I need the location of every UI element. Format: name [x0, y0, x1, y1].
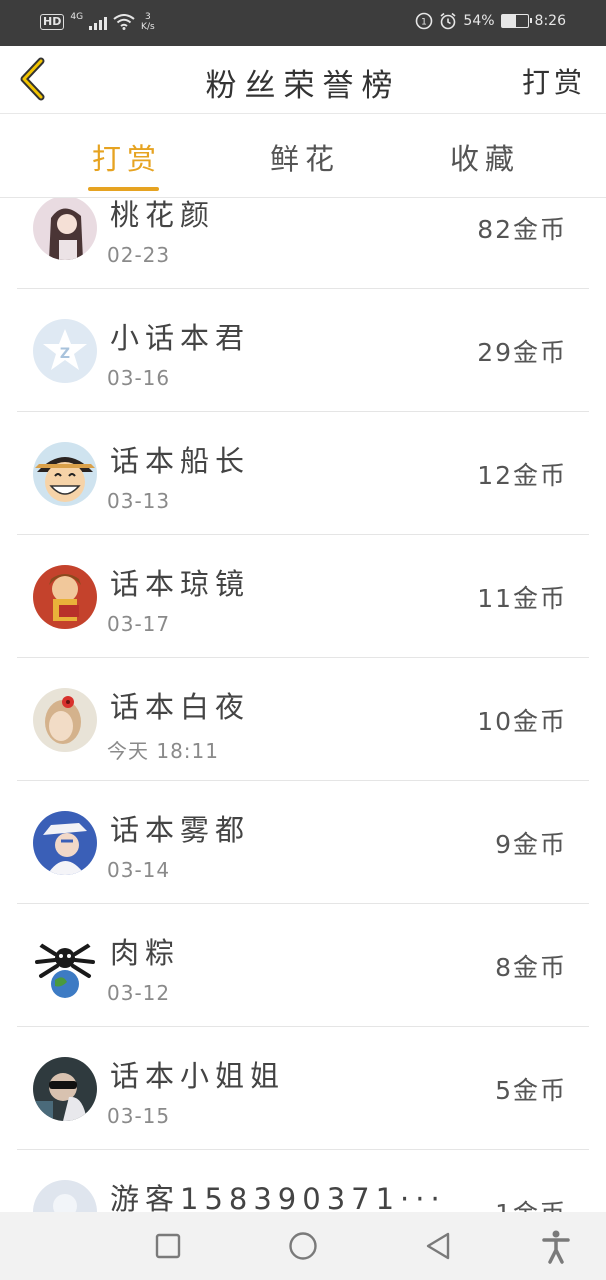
battery-percent: 54%	[463, 13, 495, 29]
svg-text:Z: Z	[60, 346, 70, 362]
user-name: 话本白夜	[110, 690, 251, 724]
tip-amount: 10金币	[477, 707, 567, 736]
user-name: 肉粽	[110, 936, 181, 970]
tip-amount: 9金币	[495, 830, 567, 859]
list-item[interactable]: 话本雾都 03-14 9金币	[17, 781, 589, 904]
tip-amount: 5金币	[495, 1076, 567, 1105]
status-bar-right: 1 54% 8:26	[415, 12, 566, 30]
detective-avatar	[33, 811, 97, 875]
default-qq-avatar: Z	[33, 319, 97, 383]
home-button[interactable]	[285, 1228, 321, 1264]
tip-amount: 29金币	[477, 338, 567, 367]
tab-flowers[interactable]: 鲜花	[270, 136, 340, 178]
tip-date: 03-14	[107, 858, 171, 882]
tip-date: 02-23	[107, 243, 171, 267]
status-bar: HD 4G 3 K/s 1 54% 8:26	[0, 0, 606, 46]
network-speed: 3 K/s	[141, 12, 155, 32]
list-item[interactable]: 话本白夜 今天 18:11 10金币	[17, 658, 589, 781]
status-bar-left: HD 4G 3 K/s	[40, 12, 155, 32]
user-name: 话本船长	[110, 444, 251, 478]
tab-tips[interactable]: 打赏	[92, 136, 162, 178]
tip-amount: 11金币	[477, 584, 567, 613]
circle-icon	[289, 1232, 317, 1260]
default-user-avatar	[33, 1180, 97, 1212]
tab-bar: 打赏 鲜花 收藏	[0, 114, 606, 198]
list-item[interactable]: 游客158390371··· 1金币	[17, 1150, 589, 1212]
accessibility-button[interactable]	[538, 1228, 574, 1264]
tip-amount: 1金币	[495, 1194, 567, 1212]
tip-amount: 8金币	[495, 953, 567, 982]
alarm-icon	[440, 12, 456, 30]
svg-text:1: 1	[422, 18, 428, 28]
triangle-back-icon	[426, 1232, 450, 1260]
list-item[interactable]: 话本船长 03-13 12金币	[17, 412, 589, 535]
list-item[interactable]: 桃花颜 02-23 82金币	[17, 198, 589, 289]
active-tab-indicator	[88, 187, 159, 191]
tip-amount: 82金币	[477, 215, 567, 244]
wifi-icon	[113, 14, 135, 30]
system-nav-bar	[0, 1212, 606, 1280]
tip-date: 03-17	[107, 612, 171, 636]
list-item[interactable]: 话本小姐姐 03-15 5金币	[17, 1027, 589, 1150]
list-item[interactable]: 话本琼镜 03-17 11金币	[17, 535, 589, 658]
fan-list: 桃花颜 02-23 82金币 Z 小话本君 03-16 29金币 话本船长 03…	[0, 198, 606, 1212]
hd-badge: HD	[40, 14, 65, 30]
spider-globe-avatar	[33, 934, 97, 998]
square-icon	[155, 1233, 181, 1259]
network-type: 4G	[70, 12, 84, 22]
signal-icon	[89, 14, 108, 30]
app-header: 粉丝荣誉榜 打赏	[0, 46, 606, 114]
battery-icon	[500, 14, 532, 28]
tip-date: 03-12	[107, 981, 171, 1005]
tip-date: 03-13	[107, 489, 171, 513]
user-name: 桃花颜	[110, 198, 216, 232]
user-name: 话本雾都	[110, 813, 251, 847]
network-speed-value: 3	[144, 12, 151, 22]
tip-amount: 12金币	[477, 461, 567, 490]
tip-date: 今天 18:11	[107, 739, 219, 763]
network-speed-unit: K/s	[141, 22, 155, 32]
data-saver-icon: 1	[416, 12, 433, 30]
clock: 8:26	[534, 13, 566, 29]
tab-favorites[interactable]: 收藏	[450, 136, 520, 178]
flower-hair-avatar	[33, 688, 97, 752]
page-title: 粉丝荣誉榜	[205, 68, 401, 104]
girl-portrait-avatar	[33, 198, 97, 260]
anime-character-avatar	[33, 565, 97, 629]
battery-level	[501, 15, 516, 27]
list-item[interactable]: 肉粽 03-12 8金币	[17, 904, 589, 1027]
list-item[interactable]: Z 小话本君 03-16 29金币	[17, 289, 589, 412]
tip-button[interactable]: 打赏	[522, 61, 586, 101]
recent-apps-button[interactable]	[150, 1228, 186, 1264]
user-name: 小话本君	[110, 321, 251, 355]
user-name: 游客158390371···	[110, 1182, 446, 1212]
accessibility-icon	[542, 1230, 570, 1264]
nav-back-button[interactable]	[420, 1228, 456, 1264]
user-name: 话本小姐姐	[110, 1059, 286, 1093]
tip-date: 03-15	[107, 1104, 171, 1128]
cartoon-pirate-avatar	[33, 442, 97, 506]
user-name: 话本琼镜	[110, 567, 251, 601]
tip-date: 03-16	[107, 366, 171, 390]
sunglasses-avatar	[33, 1057, 97, 1121]
